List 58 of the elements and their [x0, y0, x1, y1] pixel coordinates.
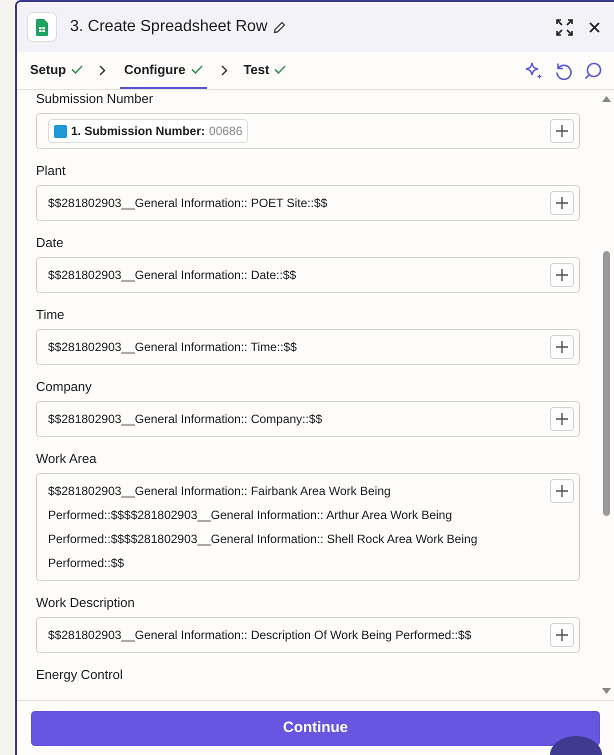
field-value: $$281802903__General Information:: Date::$$ [48, 267, 298, 284]
field-label: Work Area [36, 451, 98, 467]
scroll-up-icon[interactable] [602, 96, 611, 102]
continue-button[interactable]: Continue [31, 711, 600, 746]
field-label: Company [36, 379, 93, 395]
input-field[interactable]: $$281802903__General Information:: Company::$$ [36, 401, 580, 437]
scroll-down-icon[interactable] [602, 688, 611, 694]
plus-icon [556, 485, 568, 497]
add-button[interactable] [550, 623, 574, 647]
field-label: Energy Control [36, 667, 124, 683]
pencil-icon[interactable] [273, 20, 286, 34]
step-title: 3. Create Spreadsheet Row [70, 17, 268, 37]
input-field[interactable]: 1. Submission Number: 00686 [36, 113, 580, 149]
token-value: 00686 [209, 123, 242, 140]
field-value: $$281802903__General Information:: POET Site::$$ [48, 195, 328, 212]
field-value: $$281802903__General Information:: Company::$$ [48, 411, 324, 428]
check-icon [190, 65, 203, 74]
sparkle-icon[interactable] [524, 61, 543, 80]
plus-icon [556, 269, 568, 281]
field-label: Submission Number [36, 91, 154, 107]
add-button[interactable] [550, 335, 574, 359]
add-button[interactable] [550, 407, 574, 431]
input-field[interactable]: $$281802903__General Information:: Description Of Work Being Performed::$$ [36, 617, 580, 653]
step-tab[interactable]: Test [242, 52, 288, 89]
form-app-icon [54, 124, 67, 138]
plus-icon [556, 341, 568, 353]
add-button[interactable] [550, 479, 574, 503]
spreadsheet-app-icon [27, 12, 57, 42]
field-label: Plant [36, 163, 67, 179]
add-button[interactable] [550, 119, 574, 143]
token-label: 1. Submission Number: [71, 123, 206, 140]
add-button[interactable] [550, 191, 574, 215]
input-field[interactable] [36, 473, 580, 581]
check-icon [71, 65, 84, 74]
close-icon[interactable] [589, 22, 600, 32]
plus-icon [556, 413, 568, 425]
plus-icon [556, 197, 568, 209]
check-icon [274, 65, 286, 74]
chevron-right-icon [220, 65, 228, 76]
field-value: $$281802903__General Information:: Fairbank Area Work Being Performed::$$$$281802903__General Information:: Arthur Area Work Being Performed::$$$$281802903__General Information:: Shell Rock Area Work Being Performed::$$ [48, 483, 478, 572]
chevron-right-icon [99, 65, 106, 76]
field-value: $$281802903__General Information:: Description Of Work Being Performed::$$ [48, 627, 472, 644]
undo-icon[interactable] [555, 62, 572, 80]
field-token[interactable]: 1. Submission Number: 00686 [48, 119, 248, 143]
plus-icon [556, 125, 568, 137]
scrollbar-thumb[interactable] [603, 251, 610, 516]
field-label: Date [36, 235, 64, 251]
step-tab[interactable]: Setup [28, 52, 86, 89]
expand-icon[interactable] [556, 18, 573, 36]
plus-icon [556, 629, 568, 641]
input-field[interactable]: $$281802903__General Information:: POET Site::$$ [36, 185, 580, 221]
field-value: $$281802903__General Information:: Time::$$ [48, 339, 298, 356]
field-label: Time [36, 307, 66, 323]
input-field[interactable]: $$281802903__General Information:: Date::$$ [36, 257, 580, 293]
field-label: Work Description [36, 595, 136, 611]
add-button[interactable] [550, 263, 574, 287]
input-field[interactable]: $$281802903__General Information:: Time::$$ [36, 329, 580, 365]
step-tab[interactable]: Configure [120, 52, 207, 89]
